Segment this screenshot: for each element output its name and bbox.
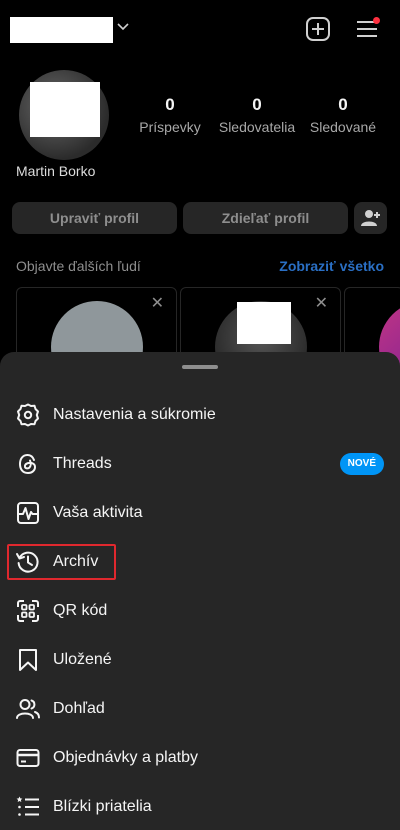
bookmark-icon (15, 647, 41, 673)
stat-label: Príspevky (139, 119, 201, 135)
add-person-icon (360, 209, 381, 227)
create-post-icon[interactable] (305, 16, 331, 42)
threads-icon (15, 451, 41, 477)
menu-item-orders-payments[interactable]: Objednávky a platby (0, 733, 400, 782)
card-icon (15, 745, 41, 771)
menu-item-qr-code[interactable]: QR kód (0, 586, 400, 635)
username-redacted[interactable] (10, 17, 113, 43)
notification-dot (373, 17, 380, 24)
discover-title: Objavte ďalších ľudí (16, 258, 141, 274)
stat-count: 0 (165, 95, 175, 114)
menu-item-close-friends[interactable]: Blízki priatelia (0, 782, 400, 830)
menu-item-label: Threads (53, 454, 112, 472)
suggestion-redaction (237, 302, 291, 344)
top-bar (0, 0, 400, 60)
menu-item-label: Objednávky a platby (53, 748, 198, 766)
edit-profile-button[interactable]: Upraviť profil (12, 202, 177, 234)
close-icon[interactable]: ✕ (315, 296, 328, 312)
gear-icon (15, 402, 41, 428)
stat-followers[interactable]: 0 Sledovatelia (217, 95, 297, 135)
new-badge: NOVÉ (339, 452, 384, 475)
menu-item-label: QR kód (53, 601, 108, 619)
menu-item-label: Nastavenia a súkromie (53, 405, 216, 423)
stat-count: 0 (338, 95, 348, 114)
menu-item-label: Dohľad (53, 699, 105, 717)
share-profile-button[interactable]: Zdieľať profil (183, 202, 348, 234)
display-name: Martin Borko (16, 163, 96, 179)
qr-code-icon (15, 598, 41, 624)
avatar-redaction (30, 82, 100, 137)
chevron-down-icon[interactable] (116, 20, 130, 34)
discover-people-button[interactable] (354, 202, 387, 234)
close-icon[interactable]: ✕ (151, 296, 164, 312)
stat-label: Sledovatelia (218, 119, 296, 135)
stat-posts[interactable]: 0 Príspevky (130, 95, 210, 135)
menu-item-label: Uložené (53, 650, 112, 668)
supervision-icon (15, 696, 41, 722)
highlight-box (7, 544, 116, 580)
activity-icon (15, 500, 41, 526)
menu-item-supervision[interactable]: Dohľad (0, 684, 400, 733)
options-bottom-sheet: Nastavenia a súkromie Threads NOVÉ Vaša … (0, 352, 400, 830)
see-all-link[interactable]: Zobraziť všetko (279, 258, 384, 274)
menu-item-saved[interactable]: Uložené (0, 635, 400, 684)
drag-handle[interactable] (182, 365, 218, 369)
stat-following[interactable]: 0 Sledované (303, 95, 383, 135)
menu-item-label: Vaša aktivita (53, 503, 143, 521)
close-friends-icon (15, 794, 41, 820)
stat-count: 0 (252, 95, 262, 114)
menu-item-activity[interactable]: Vaša aktivita (0, 488, 400, 537)
menu-item-label: Blízki priatelia (53, 797, 152, 815)
menu-item-settings[interactable]: Nastavenia a súkromie (0, 390, 400, 439)
stat-label: Sledované (309, 119, 377, 135)
menu-item-threads[interactable]: Threads NOVÉ (0, 439, 400, 488)
